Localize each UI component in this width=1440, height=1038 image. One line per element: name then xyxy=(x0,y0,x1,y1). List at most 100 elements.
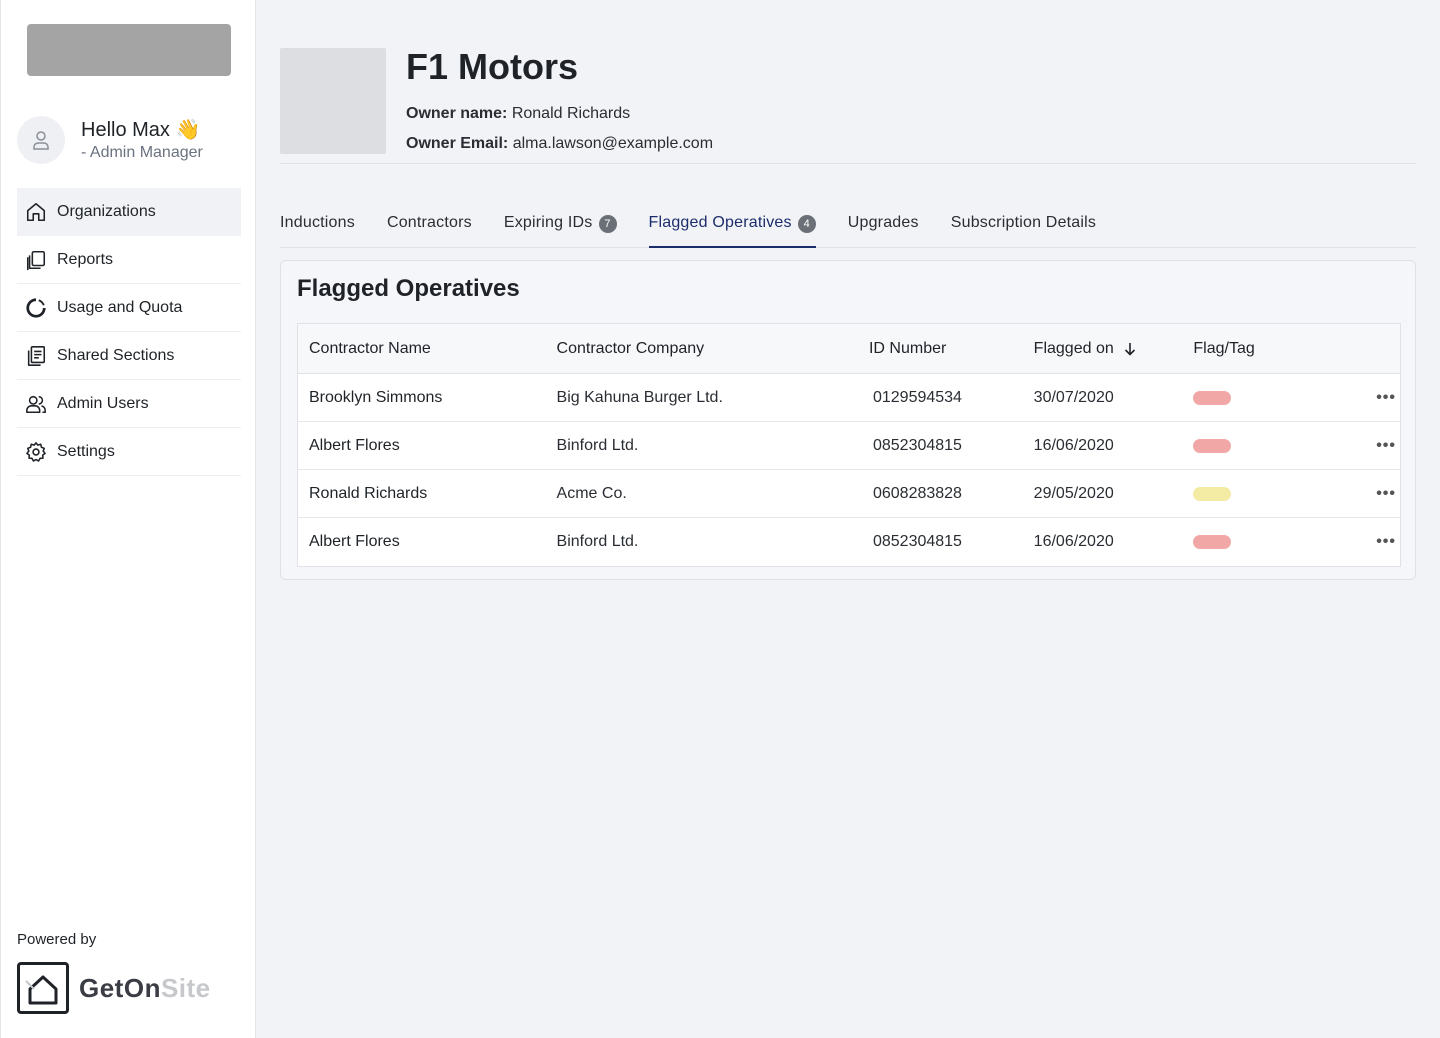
flag-tag-pill[interactable] xyxy=(1193,390,1232,405)
more-options-icon[interactable]: ••• xyxy=(1376,534,1396,550)
user-profile: Hello Max 👋 - Admin Manager xyxy=(17,116,203,164)
sidebar-item-organizations[interactable]: Organizations xyxy=(17,188,241,236)
tab-inductions[interactable]: Inductions xyxy=(280,200,355,248)
owner-email-value: alma.lawson@example.com xyxy=(512,135,714,152)
flagged-operatives-card: Flagged Operatives Contractor Name Contr… xyxy=(280,260,1416,580)
column-header-label: Flagged on xyxy=(1033,339,1114,357)
sidebar-item-shared-sections[interactable]: Shared Sections xyxy=(17,332,241,380)
greeting: Hello Max 👋 xyxy=(81,119,201,141)
flagged-on-cell: 30/07/2020 xyxy=(1033,388,1114,406)
owner-email-label: Owner Email: xyxy=(406,135,509,152)
sidebar-item-settings[interactable]: Settings xyxy=(17,428,241,476)
contractor-name-cell: Albert Flores xyxy=(309,436,400,454)
column-header-flag-tag[interactable]: Flag/Tag xyxy=(1193,340,1343,358)
tab-label: Subscription Details xyxy=(950,214,1097,231)
tab-bar: Inductions Contractors Expiring IDs 7 Fla… xyxy=(280,200,1416,248)
count-badge: 7 xyxy=(598,215,617,233)
tab-label: Expiring IDs xyxy=(503,214,593,231)
contractor-company-cell: Acme Co. xyxy=(556,484,627,502)
more-options-icon[interactable]: ••• xyxy=(1376,485,1396,501)
flag-tag-pill[interactable] xyxy=(1193,438,1232,453)
flag-tag-cell xyxy=(1193,486,1343,501)
tab-expiring-ids[interactable]: Expiring IDs 7 xyxy=(504,200,617,248)
owner-email-line: Owner Email: alma.lawson@example.com xyxy=(406,135,713,153)
owner-name-line: Owner name: Ronald Richards xyxy=(406,105,630,123)
flag-tag-cell xyxy=(1193,390,1343,405)
column-header-contractor-company[interactable]: Contractor Company xyxy=(557,340,869,358)
tab-label: Flagged Operatives xyxy=(648,214,792,231)
table-row[interactable]: Albert Flores Binford Ltd. 0852304815 16/06… xyxy=(298,518,1400,566)
tab-label: Contractors xyxy=(386,214,472,231)
sidebar-item-usage-and-quota[interactable]: Usage and Quota xyxy=(17,284,241,332)
sidebar: Hello Max 👋 - Admin Manager Organization… xyxy=(0,0,256,1038)
contractor-company-cell: Binford Ltd. xyxy=(556,436,639,454)
user-role: - Admin Manager xyxy=(81,144,203,161)
powered-by-label: Powered by xyxy=(17,931,97,948)
flag-tag-pill[interactable] xyxy=(1193,535,1232,549)
contractor-name-cell: Albert Flores xyxy=(309,533,400,550)
id-number-cell: 0852304815 xyxy=(869,533,1034,551)
documents-icon xyxy=(26,250,46,270)
tab-upgrades[interactable]: Upgrades xyxy=(848,200,919,248)
sidebar-item-admin-users[interactable]: Admin Users xyxy=(17,380,241,428)
contractor-name-cell: Ronald Richards xyxy=(309,484,428,502)
flagged-on-cell: 16/06/2020 xyxy=(1033,533,1114,550)
brand-name-dark: GetOn xyxy=(79,972,161,1003)
more-options-icon[interactable]: ••• xyxy=(1376,437,1396,453)
sidebar-item-label: Usage and Quota xyxy=(57,298,183,316)
sidebar-item-reports[interactable]: Reports xyxy=(17,236,241,284)
more-options-icon[interactable]: ••• xyxy=(1376,389,1396,405)
table-row[interactable]: Ronald Richards Acme Co. 0608283828 29/05/2… xyxy=(298,470,1400,518)
brand-logo: GetOnSite xyxy=(17,962,211,1014)
id-number-cell: 0852304815 xyxy=(869,437,1034,455)
sidebar-nav: Organizations Reports Usage and Quota Sh… xyxy=(17,188,241,476)
owner-name-label: Owner name: xyxy=(406,105,508,122)
brand-name-light: Site xyxy=(160,972,211,1003)
table-row[interactable]: Albert Flores Binford Ltd. 0852304815 16/06… xyxy=(298,422,1400,470)
sidebar-item-label: Organizations xyxy=(57,203,156,220)
brand-house-icon xyxy=(17,962,69,1014)
contractor-name-cell: Brooklyn Simmons xyxy=(309,388,443,406)
pie-chart-icon xyxy=(26,297,46,318)
flagged-operatives-table: Contractor Name Contractor Company ID Nu… xyxy=(297,323,1401,567)
table-header: Contractor Name Contractor Company ID Nu… xyxy=(298,324,1400,374)
column-header-id-number[interactable]: ID Number xyxy=(869,340,1034,358)
organization-logo-placeholder xyxy=(280,48,386,154)
flagged-on-cell: 29/05/2020 xyxy=(1033,484,1114,502)
sidebar-item-label: Settings xyxy=(57,442,115,460)
flag-tag-pill[interactable] xyxy=(1193,486,1232,501)
id-number-cell: 0608283828 xyxy=(869,485,1034,503)
id-number-value: 0129594534 xyxy=(872,388,962,406)
avatar[interactable] xyxy=(17,116,65,164)
flagged-on-cell: 16/06/2020 xyxy=(1033,436,1114,454)
flag-tag-cell xyxy=(1193,535,1343,549)
tab-subscription-details[interactable]: Subscription Details xyxy=(951,200,1096,248)
id-number-value: 0852304815 xyxy=(872,436,962,454)
users-icon xyxy=(26,395,46,413)
count-badge: 4 xyxy=(797,215,816,233)
tab-flagged-operatives[interactable]: Flagged Operatives 4 xyxy=(648,200,816,248)
user-icon xyxy=(33,131,49,150)
flag-tag-cell xyxy=(1193,438,1343,453)
sidebar-item-label: Admin Users xyxy=(57,394,149,412)
tab-label: Upgrades xyxy=(847,214,919,231)
tab-contractors[interactable]: Contractors xyxy=(387,200,472,248)
owner-name-value: Ronald Richards xyxy=(511,105,631,122)
sidebar-item-label: Reports xyxy=(57,250,114,268)
page-title: F1 Motors xyxy=(406,46,579,87)
id-number-value: 0608283828 xyxy=(872,484,962,502)
gear-icon xyxy=(26,441,46,462)
table-row[interactable]: Brooklyn Simmons Big Kahuna Burger Ltd. 01… xyxy=(298,374,1400,422)
sidebar-item-label: Shared Sections xyxy=(57,346,175,364)
main-content: F1 Motors Owner name: Ronald Richards Ow… xyxy=(256,0,1440,1038)
column-header-flagged-on[interactable]: Flagged on xyxy=(1034,340,1194,358)
contractor-company-cell: Binford Ltd. xyxy=(556,533,639,550)
arrow-down-icon xyxy=(1124,342,1135,356)
id-number-cell: 0129594534 xyxy=(869,389,1034,407)
divider xyxy=(280,163,1416,164)
home-icon xyxy=(26,202,46,222)
shared-docs-icon xyxy=(27,345,46,366)
column-header-contractor-name[interactable]: Contractor Name xyxy=(298,340,557,358)
section-title: Flagged Operatives xyxy=(297,275,520,302)
tab-label: Inductions xyxy=(280,214,355,231)
